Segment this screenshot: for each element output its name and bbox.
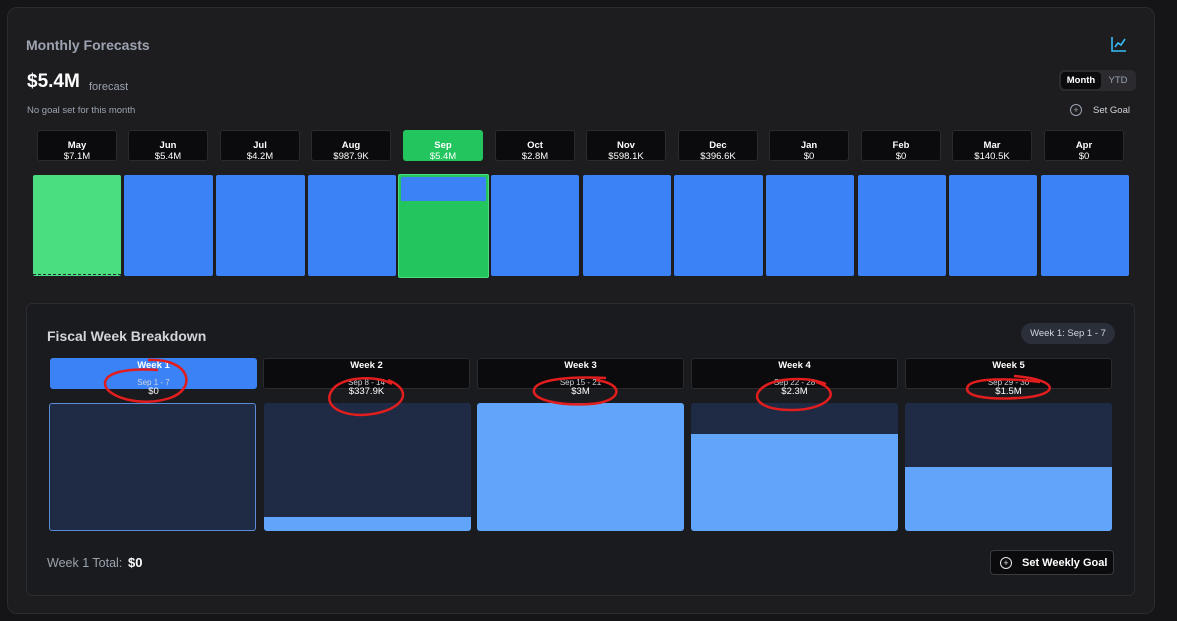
month-value: $598.1K (608, 151, 644, 162)
month-name: Aug (341, 140, 361, 151)
month-bar-mar[interactable] (949, 175, 1037, 276)
month-tab-jul[interactable]: Jul $4.2M (220, 130, 300, 162)
month-bar-may[interactable] (33, 175, 121, 276)
week-value: $2.3M (781, 386, 808, 397)
week-column-1[interactable] (49, 403, 256, 531)
forecast-amount: $5.4M (27, 71, 80, 92)
month-toggle-button[interactable]: Month (1061, 72, 1101, 89)
month-tab-feb[interactable]: Feb $0 (861, 130, 941, 162)
period-toggle: Month YTD (1059, 70, 1136, 91)
month-bar-jul[interactable] (216, 175, 305, 276)
fiscal-week-title: Fiscal Week Breakdown (47, 328, 207, 344)
week-value: $337.9K (348, 386, 385, 397)
week-tab-4[interactable]: Week 4 Sep 22 - 28 $2.3M (691, 358, 898, 397)
month-tab-dec[interactable]: Dec $396.6K (678, 130, 758, 162)
set-weekly-goal-button[interactable]: + Set Weekly Goal (990, 550, 1114, 575)
month-name: Jun (159, 140, 177, 151)
goal-note: No goal set for this month (27, 105, 136, 116)
forecast-label: forecast (89, 81, 129, 93)
month-tab-mar[interactable]: Mar $140.5K (952, 130, 1032, 162)
month-bar-oct[interactable] (491, 175, 579, 276)
month-name: Dec (709, 140, 727, 151)
month-name: Sep (434, 140, 452, 151)
week-column-2[interactable] (264, 403, 471, 531)
set-goal-label: Set Goal (1093, 105, 1130, 116)
month-tab-jun[interactable]: Jun $5.4M (128, 130, 208, 162)
month-bar-apr[interactable] (1041, 175, 1129, 276)
week-name: Week 2 (350, 360, 383, 371)
month-value: $4.2M (246, 151, 274, 162)
week-total-label: Week 1 Total: (47, 556, 123, 570)
month-bar-feb[interactable] (858, 175, 946, 276)
week-name: Week 5 (992, 360, 1025, 371)
week-value: $0 (148, 386, 159, 397)
month-name: Feb (892, 140, 910, 151)
month-bar-nov[interactable] (583, 175, 671, 276)
week-tab-1[interactable]: Week 1 Sep 1 - 7 $0 (50, 358, 257, 397)
goal-line (33, 274, 121, 275)
month-name: May (67, 140, 87, 151)
month-tab-oct[interactable]: Oct $2.8M (495, 130, 575, 162)
week-total-value: $0 (128, 555, 143, 570)
month-bar-aug[interactable] (308, 175, 396, 276)
card-title: Monthly Forecasts (26, 37, 150, 53)
month-name: Jan (800, 140, 818, 151)
month-name: Nov (617, 140, 635, 151)
month-bar-jun[interactable] (124, 175, 213, 276)
week-fill-bar (264, 516, 471, 531)
month-tab-aug[interactable]: Aug $987.9K (311, 130, 391, 162)
week-column-5[interactable] (905, 403, 1112, 531)
line-chart-icon[interactable] (1109, 34, 1129, 54)
month-value: $0 (803, 151, 815, 162)
week-tab-3[interactable]: Week 3 Sep 15 - 21 $3M (477, 358, 684, 397)
month-bar-dec[interactable] (674, 175, 763, 276)
week-fill-bar (691, 433, 898, 531)
week-name: Week 4 (778, 360, 811, 371)
month-bar-sep[interactable] (398, 174, 489, 278)
ytd-toggle-button[interactable]: YTD (1103, 72, 1133, 89)
remaining-forecast-segment (401, 177, 486, 201)
week-name: Week 3 (564, 360, 597, 371)
set-weekly-goal-label: Set Weekly Goal (1022, 557, 1108, 569)
month-value: $5.4M (429, 151, 457, 162)
month-tab-may[interactable]: May $7.1M (37, 130, 117, 162)
selected-week-badge: Week 1: Sep 1 - 7 (1021, 323, 1115, 344)
month-name: Apr (1075, 140, 1093, 151)
week-name: Week 1 (137, 360, 170, 371)
week-value: $1.5M (995, 386, 1022, 397)
month-tab-jan[interactable]: Jan $0 (769, 130, 849, 162)
month-value: $7.1M (63, 151, 91, 162)
plus-circle-icon: + (1070, 104, 1082, 116)
week-value: $3M (571, 386, 590, 397)
week-fill-bar (905, 467, 1112, 531)
month-value: $396.6K (700, 151, 736, 162)
week-fill-bar (477, 403, 684, 531)
month-name: Oct (527, 140, 543, 151)
week-tab-5[interactable]: Week 5 Sep 29 - 30 $1.5M (905, 358, 1112, 397)
month-value: $0 (895, 151, 907, 162)
month-name: Mar (983, 140, 1001, 151)
month-tab-apr[interactable]: Apr $0 (1044, 130, 1124, 162)
week-column-4[interactable] (691, 403, 898, 531)
month-bar-jan[interactable] (766, 175, 854, 276)
week-column-3[interactable] (477, 403, 684, 531)
month-value: $987.9K (333, 151, 369, 162)
month-name: Jul (253, 140, 267, 151)
month-value: $0 (1078, 151, 1090, 162)
month-value: $140.5K (974, 151, 1010, 162)
week-tab-2[interactable]: Week 2 Sep 8 - 14 $337.9K (263, 358, 470, 397)
month-value: $2.8M (521, 151, 549, 162)
plus-circle-icon: + (1000, 557, 1012, 569)
month-tab-nov[interactable]: Nov $598.1K (586, 130, 666, 162)
month-tab-sep[interactable]: Sep $5.4M (403, 130, 483, 162)
month-value: $5.4M (154, 151, 182, 162)
